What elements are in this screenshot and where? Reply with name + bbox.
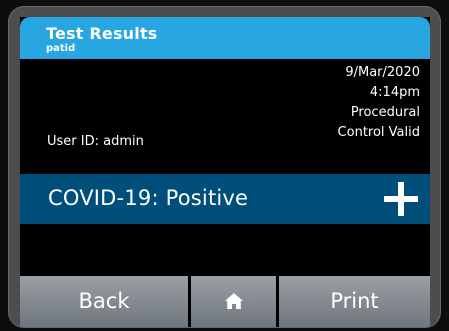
device-screen: Test Results patid 9/Mar/2020 4:14pm Pro… [20, 17, 430, 327]
patient-id-label: patid [46, 43, 76, 54]
control-valid-status: Control Valid [337, 125, 420, 140]
results-header: Test Results patid [20, 17, 430, 59]
footer-navigation: Back Print [20, 276, 430, 327]
home-icon [225, 293, 243, 309]
result-banner: COVID-19: Positive [20, 174, 430, 224]
home-button[interactable] [191, 276, 276, 327]
test-date: 9/Mar/2020 [345, 65, 420, 80]
test-time: 4:14pm [369, 85, 420, 100]
page-title: Test Results [46, 24, 158, 43]
user-id-text: User ID: admin [47, 134, 144, 149]
print-button[interactable]: Print [279, 276, 430, 327]
covid-result-text: COVID-19: Positive [48, 186, 249, 210]
procedural-status: Procedural [350, 105, 420, 120]
back-button[interactable]: Back [20, 276, 188, 327]
result-details: 9/Mar/2020 4:14pm Procedural Control Val… [250, 63, 420, 143]
plus-icon [384, 182, 418, 216]
